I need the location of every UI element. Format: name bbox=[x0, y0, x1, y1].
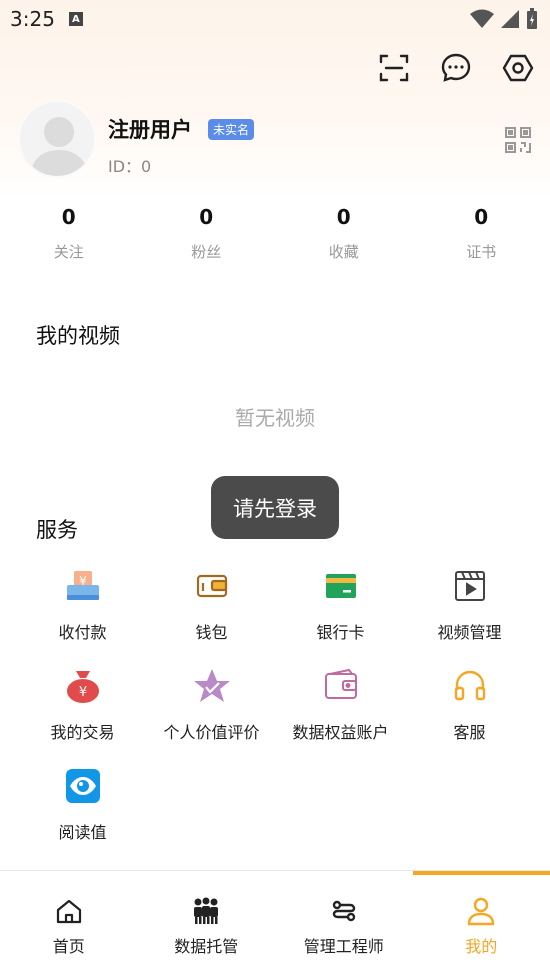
headset-icon bbox=[450, 666, 490, 706]
nav-label: 我的 bbox=[465, 937, 498, 956]
service-customer-service[interactable]: 客服 bbox=[405, 666, 534, 766]
service-label: 银行卡 bbox=[316, 623, 365, 642]
star-icon bbox=[192, 666, 232, 706]
stat-value: 0 bbox=[474, 205, 489, 229]
service-label: 我的交易 bbox=[50, 723, 115, 742]
nav-home[interactable]: 首页 bbox=[0, 871, 138, 979]
service-payment[interactable]: ¥ 收付款 bbox=[18, 566, 147, 666]
service-wallet[interactable]: 钱包 bbox=[147, 566, 276, 666]
video-manage-icon bbox=[450, 566, 490, 606]
service-label: 钱包 bbox=[195, 623, 228, 642]
stat-favorites[interactable]: 0 收藏 bbox=[275, 205, 413, 262]
stat-label: 关注 bbox=[53, 243, 84, 261]
stat-value: 0 bbox=[199, 205, 214, 229]
stat-label: 收藏 bbox=[328, 243, 359, 261]
verification-badge: 未实名 bbox=[208, 119, 255, 140]
service-label: 数据权益账户 bbox=[292, 723, 389, 742]
nav-data-hosting[interactable]: 数据托管 bbox=[138, 871, 276, 979]
service-reading-value[interactable]: 阅读值 bbox=[18, 766, 147, 866]
signal-icon bbox=[501, 10, 519, 28]
services-section-title: 服务 bbox=[36, 518, 78, 542]
battery-icon bbox=[527, 8, 537, 29]
service-label: 视频管理 bbox=[437, 623, 502, 642]
stat-following[interactable]: 0 关注 bbox=[0, 205, 138, 262]
settings-icon[interactable] bbox=[500, 50, 536, 86]
service-video-manage[interactable]: 视频管理 bbox=[405, 566, 534, 666]
user-icon bbox=[465, 895, 497, 927]
user-id: ID：0 bbox=[108, 157, 152, 176]
services-grid: ¥ 收付款 钱包 银行卡 视频管理 ¥ 我的交易 个人价值评价 数据权益账户 客… bbox=[18, 566, 534, 866]
wallet-icon bbox=[192, 566, 232, 606]
service-label: 收付款 bbox=[58, 623, 107, 642]
profile-card[interactable]: 注册用户 未实名 ID：0 bbox=[18, 100, 532, 180]
scan-icon[interactable] bbox=[376, 50, 412, 86]
svg-text:¥: ¥ bbox=[78, 685, 86, 700]
service-label: 个人价值评价 bbox=[163, 723, 260, 742]
status-indicators bbox=[470, 8, 538, 30]
message-icon[interactable] bbox=[438, 50, 474, 86]
stats-row: 0 关注 0 粉丝 0 收藏 0 证书 bbox=[0, 205, 550, 262]
qr-code-icon[interactable] bbox=[504, 126, 532, 154]
status-time: 3:25 bbox=[10, 7, 55, 31]
videos-section-title: 我的视频 bbox=[36, 324, 120, 348]
nav-engineer[interactable]: 管理工程师 bbox=[275, 871, 413, 979]
user-name: 注册用户 bbox=[108, 118, 192, 142]
service-my-transactions[interactable]: ¥ 我的交易 bbox=[18, 666, 147, 766]
service-label: 阅读值 bbox=[58, 823, 107, 842]
money-bag-icon: ¥ bbox=[63, 666, 103, 706]
service-bank-card[interactable]: 银行卡 bbox=[276, 566, 405, 666]
service-label: 客服 bbox=[453, 723, 486, 742]
service-value-rating[interactable]: 个人价值评价 bbox=[147, 666, 276, 766]
status-bar: 3:25 A bbox=[0, 0, 550, 38]
payment-icon: ¥ bbox=[63, 566, 103, 606]
nav-mine[interactable]: 我的 bbox=[412, 871, 550, 979]
stat-value: 0 bbox=[336, 205, 351, 229]
eye-icon bbox=[63, 766, 103, 806]
videos-empty-text: 暂无视频 bbox=[235, 406, 315, 430]
stat-label: 证书 bbox=[466, 243, 497, 261]
wifi-icon bbox=[470, 9, 494, 28]
stat-value: 0 bbox=[61, 205, 76, 229]
home-icon bbox=[53, 895, 85, 927]
stat-certificates[interactable]: 0 证书 bbox=[413, 205, 550, 262]
service-data-account[interactable]: 数据权益账户 bbox=[276, 666, 405, 766]
route-icon bbox=[328, 895, 360, 927]
stat-label: 粉丝 bbox=[191, 243, 222, 261]
notification-icon: A bbox=[68, 12, 83, 26]
data-account-icon bbox=[321, 666, 361, 706]
bottom-nav: 首页 数据托管 管理工程师 我的 bbox=[0, 870, 550, 979]
top-toolbar bbox=[376, 50, 536, 86]
stat-fans[interactable]: 0 粉丝 bbox=[138, 205, 276, 262]
nav-label: 数据托管 bbox=[174, 937, 239, 956]
nav-label: 首页 bbox=[52, 937, 85, 956]
bank-card-icon bbox=[321, 566, 361, 606]
avatar[interactable] bbox=[18, 100, 96, 178]
login-toast: 请先登录 bbox=[211, 476, 339, 539]
group-icon bbox=[190, 895, 222, 927]
nav-label: 管理工程师 bbox=[303, 937, 384, 956]
